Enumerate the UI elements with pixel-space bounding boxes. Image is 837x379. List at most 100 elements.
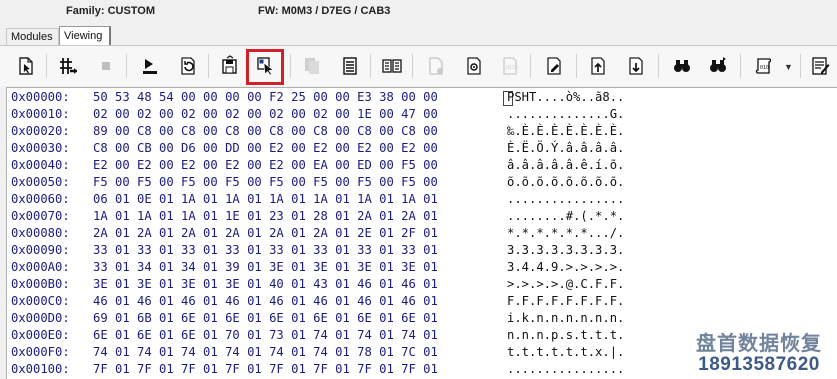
row-bytes[interactable]: C8 00 CB 00 D6 00 DD 00 E2 00 E2 00 E2 0… [93, 140, 438, 157]
toolbar-separator [208, 54, 209, 78]
row-address: 0x00030: [11, 141, 70, 155]
hex-row[interactable]: 0x000A0: 33 01 34 01 34 01 39 01 3E 01 3E… [11, 259, 831, 276]
row-ascii[interactable]: È.Ë.Ö.Ý.â.â.â.â. [507, 140, 624, 157]
toolbar-separator [46, 54, 47, 78]
row-ascii[interactable]: 3.4.4.9.>.>.>.>. [507, 259, 624, 276]
chevron-down-icon[interactable]: ▼ [784, 62, 793, 72]
page-up-icon[interactable] [586, 54, 610, 78]
hex-row[interactable]: 0x00030: C8 00 CB 00 D6 00 DD 00 E2 00 E2… [11, 140, 831, 157]
row-ascii[interactable]: F.F.F.F.F.F.F.F. [507, 293, 624, 310]
copy-icon[interactable] [300, 54, 324, 78]
row-bytes[interactable]: 50 53 48 54 00 00 00 00 F2 25 00 00 E3 3… [93, 89, 438, 106]
row-ascii[interactable]: 3.3.3.3.3.3.3.3. [507, 242, 624, 259]
row-bytes[interactable]: 74 01 74 01 74 01 74 01 74 01 74 01 78 0… [93, 344, 438, 361]
hex-row[interactable]: 0x00050: F5 00 F5 00 F5 00 F5 00 F5 00 F5… [11, 174, 831, 191]
watermark: 盘首数据恢复 18913587620 [684, 327, 834, 376]
row-address: 0x000E0: [11, 328, 70, 342]
toolbar-separator [576, 54, 577, 78]
script-icon[interactable]: 010 [752, 54, 776, 78]
hex-row[interactable]: 0x00040: E2 00 E2 00 E2 00 E2 00 E2 00 EA… [11, 157, 831, 174]
new-page-icon[interactable] [424, 54, 448, 78]
row-ascii[interactable]: t.t.t.t.t.t.x.|. [507, 344, 624, 361]
find-icon[interactable] [670, 54, 694, 78]
row-address: 0x00020: [11, 124, 70, 138]
row-bytes[interactable]: 2A 01 2A 01 2A 01 2A 01 2A 01 2A 01 2E 0… [93, 225, 438, 242]
compare-icon[interactable] [380, 54, 404, 78]
row-bytes[interactable]: 33 01 34 01 34 01 39 01 3E 01 3E 01 3E 0… [93, 259, 438, 276]
row-address: 0x000A0: [11, 260, 70, 274]
toolbar-separator [126, 54, 127, 78]
row-ascii[interactable]: â.â.â.â.â.ê.í.õ. [507, 157, 624, 174]
toolbar: 0123 010 ▼ [0, 46, 837, 86]
hex-row[interactable]: 0x000D0: 69 01 6B 01 6E 01 6E 01 6E 01 6E… [11, 310, 831, 327]
row-bytes[interactable]: 6E 01 6E 01 6E 01 70 01 73 01 74 01 74 0… [93, 327, 438, 344]
row-ascii[interactable]: ‰.È.È.È.È.È.È.È. [507, 123, 624, 140]
hex-row[interactable]: 0x00060: 06 01 0E 01 1A 01 1A 01 1A 01 1A… [11, 191, 831, 208]
tab-modules[interactable]: Modules [6, 28, 59, 45]
goto-offset-icon[interactable] [56, 54, 80, 78]
hex-row[interactable]: 0x00020: 89 00 C8 00 C8 00 C8 00 C8 00 C8… [11, 123, 831, 140]
refresh-icon[interactable] [176, 54, 200, 78]
row-ascii[interactable]: *.*.*.*.*.*.../. [507, 225, 624, 242]
hex-row[interactable]: 0x00090: 33 01 33 01 33 01 33 01 33 01 33… [11, 242, 831, 259]
row-ascii[interactable]: ................ [507, 361, 624, 378]
row-ascii[interactable]: n.n.n.p.s.t.t.t. [507, 327, 624, 344]
row-address: 0x00070: [11, 209, 70, 223]
watermark-text: 盘首数据恢复 [696, 331, 822, 355]
row-address: 0x00060: [11, 192, 70, 206]
row-bytes[interactable]: 89 00 C8 00 C8 00 C8 00 C8 00 C8 00 C8 0… [93, 123, 438, 140]
row-ascii[interactable]: ........#.(.*.*. [507, 208, 624, 225]
row-bytes[interactable]: F5 00 F5 00 F5 00 F5 00 F5 00 F5 00 F5 0… [93, 174, 438, 191]
open-file-icon[interactable] [14, 54, 38, 78]
row-address: 0x00040: [11, 158, 70, 172]
hex-row[interactable]: 0x000B0: 3E 01 3E 01 3E 01 3E 01 40 01 43… [11, 276, 831, 293]
hex-row[interactable]: 0x00000: 50 53 48 54 00 00 00 00 F2 25 00… [11, 89, 831, 106]
row-bytes[interactable]: E2 00 E2 00 E2 00 E2 00 E2 00 EA 00 ED 0… [93, 157, 438, 174]
row-bytes[interactable]: 1A 01 1A 01 1A 01 1E 01 23 01 28 01 2A 0… [93, 208, 438, 225]
tab-strip: Modules Viewing [0, 22, 837, 46]
svg-text:010: 010 [760, 65, 769, 71]
row-address: 0x000D0: [11, 311, 70, 325]
page-down-icon[interactable] [624, 54, 648, 78]
title-bar: Family: CUSTOM FW: M0M3 / D7EG / CAB3 [0, 0, 837, 22]
hex-row[interactable]: 0x00010: 02 00 02 00 02 00 02 00 02 00 02… [11, 106, 831, 123]
toolbar-separator [370, 54, 371, 78]
page-hex-icon[interactable]: 0123 [498, 54, 522, 78]
svg-text:0123: 0123 [506, 65, 518, 71]
save-disk-icon[interactable] [218, 54, 242, 78]
row-bytes[interactable]: 46 01 46 01 46 01 46 01 46 01 46 01 46 0… [93, 293, 438, 310]
row-address: 0x000B0: [11, 277, 70, 291]
row-bytes[interactable]: 06 01 0E 01 1A 01 1A 01 1A 01 1A 01 1A 0… [93, 191, 438, 208]
toolbar-separator [412, 54, 413, 78]
stop-icon[interactable] [94, 54, 118, 78]
toolbar-separator [658, 54, 659, 78]
row-bytes[interactable]: 69 01 6B 01 6E 01 6E 01 6E 01 6E 01 6E 0… [93, 310, 438, 327]
stack-icon[interactable] [338, 54, 362, 78]
row-bytes[interactable]: 3E 01 3E 01 3E 01 3E 01 40 01 43 01 46 0… [93, 276, 438, 293]
row-ascii[interactable]: i.k.n.n.n.n.n.n. [507, 310, 624, 327]
row-bytes[interactable]: 7F 01 7F 01 7F 01 7F 01 7F 01 7F 01 7F 0… [93, 361, 438, 378]
hex-row[interactable]: 0x000C0: 46 01 46 01 46 01 46 01 46 01 46… [11, 293, 831, 310]
row-ascii[interactable]: ................ [507, 191, 624, 208]
tab-viewing[interactable]: Viewing [59, 26, 111, 45]
read-to-end-icon[interactable] [138, 54, 162, 78]
hex-row[interactable]: 0x00080: 2A 01 2A 01 2A 01 2A 01 2A 01 2A… [11, 225, 831, 242]
row-ascii[interactable]: PSHT....ò%..ã8.. [507, 89, 624, 106]
page-settings-icon[interactable] [462, 54, 486, 78]
toolbar-separator [740, 54, 741, 78]
toolbar-separator [800, 54, 801, 78]
find-next-icon[interactable] [706, 54, 730, 78]
row-ascii[interactable]: ..............G. [507, 106, 624, 123]
row-ascii[interactable]: >.>.>.>.@.C.F.F. [507, 276, 624, 293]
row-ascii[interactable]: õ.õ.õ.õ.õ.õ.õ.õ. [507, 174, 624, 191]
notes-icon[interactable] [808, 54, 832, 78]
toolbar-separator [530, 54, 531, 78]
row-bytes[interactable]: 02 00 02 00 02 00 02 00 02 00 02 00 1E 0… [93, 106, 438, 123]
page-edit-icon[interactable] [542, 54, 566, 78]
row-address: 0x00000: [11, 90, 70, 104]
hex-row[interactable]: 0x00070: 1A 01 1A 01 1A 01 1E 01 23 01 28… [11, 208, 831, 225]
row-address: 0x00090: [11, 243, 70, 257]
family-label: Family: CUSTOM [66, 5, 156, 17]
row-address: 0x00100: [11, 362, 70, 376]
row-bytes[interactable]: 33 01 33 01 33 01 33 01 33 01 33 01 33 0… [93, 242, 438, 259]
